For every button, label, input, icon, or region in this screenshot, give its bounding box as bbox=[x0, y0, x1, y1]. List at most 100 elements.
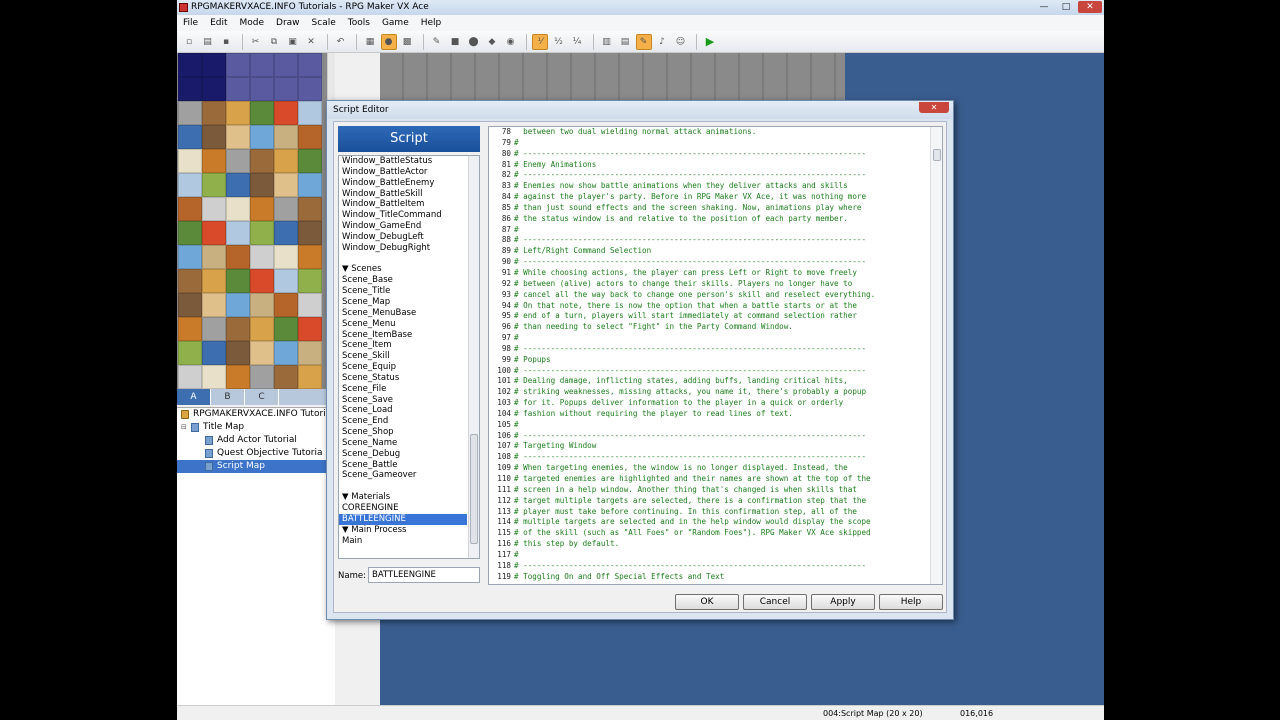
tile-swatch[interactable] bbox=[178, 125, 202, 149]
tile-swatch[interactable] bbox=[298, 173, 322, 197]
tile-swatch[interactable] bbox=[298, 149, 322, 173]
shadow-pen-icon[interactable]: ◉ bbox=[503, 34, 519, 50]
tile-swatch[interactable] bbox=[298, 53, 322, 77]
menu-scale[interactable]: Scale bbox=[306, 18, 342, 28]
zoom-1-2-icon[interactable]: ½ bbox=[551, 34, 567, 50]
tile-swatch[interactable] bbox=[250, 269, 274, 293]
rectangle-icon[interactable]: ■ bbox=[447, 34, 463, 50]
tile-swatch[interactable] bbox=[202, 221, 226, 245]
tab-c[interactable]: C bbox=[245, 389, 279, 405]
close-button[interactable]: ✕ bbox=[1078, 1, 1102, 13]
zoom-1-4-icon[interactable]: ¼ bbox=[569, 34, 585, 50]
tile-swatch[interactable] bbox=[202, 245, 226, 269]
script-list-item[interactable]: Scene_End bbox=[339, 416, 479, 427]
map-tree-script-map[interactable]: Script Map bbox=[177, 460, 335, 473]
menu-game[interactable]: Game bbox=[376, 18, 415, 28]
tile-swatch[interactable] bbox=[178, 77, 202, 101]
tile-swatch[interactable] bbox=[250, 341, 274, 365]
tile-swatch[interactable] bbox=[178, 317, 202, 341]
tile-swatch[interactable] bbox=[250, 149, 274, 173]
tile-swatch[interactable] bbox=[274, 317, 298, 341]
menu-file[interactable]: File bbox=[177, 18, 204, 28]
menu-tools[interactable]: Tools bbox=[342, 18, 376, 28]
script-list-item[interactable]: Window_TitleCommand bbox=[339, 210, 479, 221]
script-list-item[interactable]: Scene_Equip bbox=[339, 362, 479, 373]
tile-swatch[interactable] bbox=[274, 149, 298, 173]
collapse-icon[interactable]: ⊟ bbox=[181, 421, 191, 434]
script-group[interactable]: ▼ Materials bbox=[339, 492, 479, 503]
script-list-item[interactable]: BATTLEENGINE bbox=[339, 513, 467, 525]
tile-swatch[interactable] bbox=[250, 365, 274, 389]
tile-swatch[interactable] bbox=[178, 365, 202, 389]
ok-button[interactable]: OK bbox=[675, 594, 739, 610]
tile-swatch[interactable] bbox=[274, 77, 298, 101]
script-list-item[interactable]: Window_DebugRight bbox=[339, 243, 479, 254]
tab-a[interactable]: A bbox=[177, 389, 211, 405]
script-list-item[interactable]: Scene_Item bbox=[339, 340, 479, 351]
tile-swatch[interactable] bbox=[178, 149, 202, 173]
cancel-button[interactable]: Cancel bbox=[743, 594, 807, 610]
script-list-item[interactable]: Window_BattleEnemy bbox=[339, 178, 479, 189]
tile-swatch[interactable] bbox=[226, 173, 250, 197]
script-list-item[interactable]: Window_GameEnd bbox=[339, 221, 479, 232]
tile-swatch[interactable] bbox=[250, 221, 274, 245]
tile-swatch[interactable] bbox=[202, 77, 226, 101]
script-list-item[interactable]: Scene_Skill bbox=[339, 351, 479, 362]
tile-swatch[interactable] bbox=[274, 245, 298, 269]
pencil-icon[interactable]: ✎ bbox=[429, 34, 445, 50]
tile-swatch[interactable] bbox=[250, 101, 274, 125]
open-project-icon[interactable]: ▤ bbox=[200, 34, 216, 50]
tile-swatch[interactable] bbox=[202, 293, 226, 317]
resource-manager-icon[interactable]: ▤ bbox=[617, 34, 633, 50]
script-editor-icon[interactable]: ✎ bbox=[635, 33, 652, 50]
script-list-item[interactable]: Scene_Load bbox=[339, 405, 479, 416]
script-list-item[interactable]: Window_DebugLeft bbox=[339, 232, 479, 243]
tile-swatch[interactable] bbox=[298, 197, 322, 221]
save-project-icon[interactable]: ▪ bbox=[218, 34, 234, 50]
script-list[interactable]: Window_BattleStatus Window_BattleActor Win… bbox=[338, 155, 480, 559]
tile-swatch[interactable] bbox=[202, 365, 226, 389]
map-tree-add-actor[interactable]: Add Actor Tutorial bbox=[177, 434, 335, 447]
tile-swatch[interactable] bbox=[226, 149, 250, 173]
script-list-item[interactable]: Scene_Shop bbox=[339, 427, 479, 438]
script-list-item[interactable]: Scene_File bbox=[339, 384, 479, 395]
menu-mode[interactable]: Mode bbox=[234, 18, 271, 28]
script-list-item[interactable]: Scene_Menu bbox=[339, 319, 479, 330]
tile-swatch[interactable] bbox=[274, 125, 298, 149]
tile-swatch[interactable] bbox=[202, 317, 226, 341]
tile-swatch[interactable] bbox=[226, 221, 250, 245]
tile-swatch[interactable] bbox=[274, 173, 298, 197]
region-mode-icon[interactable]: ▩ bbox=[399, 34, 415, 50]
tile-swatch[interactable] bbox=[298, 101, 322, 125]
tile-swatch[interactable] bbox=[226, 317, 250, 341]
tile-swatch[interactable] bbox=[178, 53, 202, 77]
tile-swatch[interactable] bbox=[250, 53, 274, 77]
tile-swatch[interactable] bbox=[202, 173, 226, 197]
maximize-button[interactable]: □ bbox=[1056, 1, 1076, 13]
paste-icon[interactable]: ▣ bbox=[285, 34, 301, 50]
tile-swatch[interactable] bbox=[298, 293, 322, 317]
tile-swatch[interactable] bbox=[298, 221, 322, 245]
tile-swatch[interactable] bbox=[226, 341, 250, 365]
tile-swatch[interactable] bbox=[202, 101, 226, 125]
tile-swatch[interactable] bbox=[274, 221, 298, 245]
minimize-button[interactable]: — bbox=[1034, 1, 1054, 13]
tile-swatch[interactable] bbox=[298, 269, 322, 293]
script-list-item[interactable]: Window_BattleItem bbox=[339, 199, 479, 210]
database-icon[interactable]: ▥ bbox=[599, 34, 615, 50]
tile-swatch[interactable] bbox=[226, 197, 250, 221]
tile-swatch[interactable] bbox=[226, 125, 250, 149]
tile-swatch[interactable] bbox=[226, 77, 250, 101]
tile-swatch[interactable] bbox=[298, 77, 322, 101]
tile-swatch[interactable] bbox=[298, 125, 322, 149]
zoom-1-1-icon[interactable]: ⅟ bbox=[532, 33, 548, 50]
tile-swatch[interactable] bbox=[178, 293, 202, 317]
tile-swatch[interactable] bbox=[202, 53, 226, 77]
cut-icon[interactable]: ✂ bbox=[248, 34, 264, 50]
script-list-item[interactable]: Window_BattleActor bbox=[339, 167, 479, 178]
script-list-item[interactable]: Window_BattleStatus bbox=[339, 156, 479, 167]
tile-swatch[interactable] bbox=[250, 173, 274, 197]
script-list-item[interactable]: Scene_Base bbox=[339, 275, 479, 286]
script-name-input[interactable]: BATTLEENGINE bbox=[368, 567, 480, 583]
code-editor[interactable]: 78 between two dual wielding normal atta… bbox=[488, 126, 943, 585]
